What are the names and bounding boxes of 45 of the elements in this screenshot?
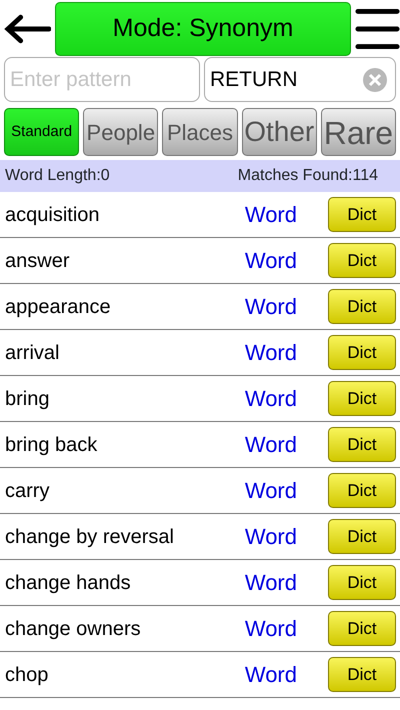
word-link[interactable]: Word <box>244 290 297 323</box>
filter-tab[interactable]: People <box>83 108 158 156</box>
word-length-text: Word Length:0 <box>5 166 110 186</box>
result-word: change owners <box>5 616 142 642</box>
result-word: acquisition <box>5 202 101 228</box>
word-link[interactable]: Word <box>244 658 297 691</box>
word-link[interactable]: Word <box>244 244 297 277</box>
word-link[interactable]: Word <box>244 612 297 645</box>
filter-tab[interactable]: Places <box>162 108 238 156</box>
result-word: appearance <box>5 294 112 320</box>
dict-button[interactable]: Dict <box>328 565 396 600</box>
dict-button[interactable]: Dict <box>328 657 396 692</box>
filter-tab[interactable]: Standard <box>4 108 80 156</box>
result-word: bring <box>5 386 50 412</box>
word-link[interactable]: Word <box>244 474 297 507</box>
result-word: arrival <box>5 340 60 366</box>
dict-button[interactable]: Dict <box>328 289 396 324</box>
word-link[interactable]: Word <box>244 336 297 369</box>
filter-tab[interactable]: Other <box>242 108 317 156</box>
dict-button[interactable]: Dict <box>328 473 396 508</box>
word-link[interactable]: Word <box>244 198 297 231</box>
dict-button[interactable]: Dict <box>328 611 396 646</box>
dict-button[interactable]: Dict <box>328 381 396 416</box>
menu-icon[interactable] <box>354 6 400 50</box>
result-word: change by reversal <box>5 524 175 550</box>
result-word: answer <box>5 248 70 274</box>
back-arrow-icon[interactable] <box>4 14 51 44</box>
pattern-field[interactable]: Enter pattern <box>4 57 200 102</box>
word-field[interactable]: RETURN <box>204 57 396 102</box>
result-word: chop <box>5 662 50 688</box>
mode-button[interactable]: Mode: Synonym <box>54 2 351 56</box>
matches-found-text: Matches Found:114 <box>238 166 378 186</box>
dict-button[interactable]: Dict <box>328 519 396 554</box>
result-word: carry <box>5 478 50 504</box>
word-link[interactable]: Word <box>244 520 297 553</box>
filter-tab[interactable]: Rare <box>320 108 396 156</box>
dict-button[interactable]: Dict <box>328 427 396 462</box>
dict-button[interactable]: Dict <box>328 335 396 370</box>
dict-button[interactable]: Dict <box>328 197 396 232</box>
word-link[interactable]: Word <box>244 428 297 461</box>
result-word: change hands <box>5 570 132 596</box>
word-link[interactable]: Word <box>244 382 297 415</box>
result-word: bring back <box>5 432 98 458</box>
word-link[interactable]: Word <box>244 566 297 599</box>
dict-button[interactable]: Dict <box>328 243 396 278</box>
